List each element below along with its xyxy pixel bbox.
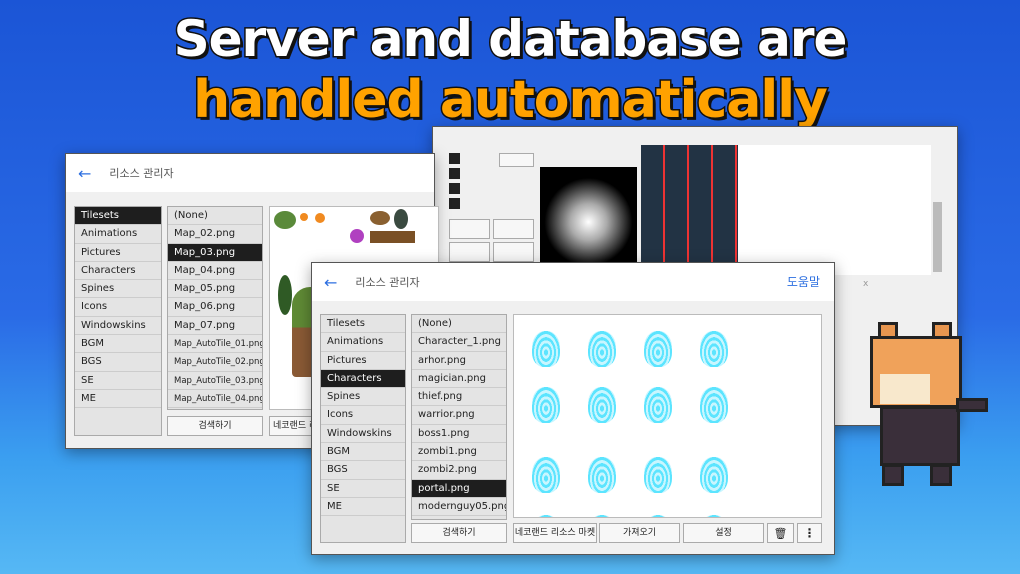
file-item[interactable]: thief.png	[412, 388, 506, 407]
sprite-sheet	[641, 145, 738, 265]
character-preview	[513, 314, 822, 518]
category-item[interactable]: Tilesets	[75, 207, 161, 226]
category-item[interactable]: BGM	[75, 335, 161, 354]
option-button[interactable]	[499, 153, 534, 167]
category-item[interactable]: Icons	[75, 298, 161, 317]
category-item[interactable]: SE	[321, 480, 405, 498]
portal-sprite	[588, 387, 616, 423]
portal-sprite	[532, 331, 560, 367]
category-item[interactable]: Windowskins	[75, 317, 161, 336]
window-title: 리소스 관리자	[355, 276, 420, 289]
category-item[interactable]: Pictures	[321, 352, 405, 370]
import-button[interactable]: 가져오기	[599, 523, 680, 543]
portal-sprite	[588, 457, 616, 493]
file-list: (None) Map_02.png Map_03.png Map_04.png Map_…	[167, 206, 263, 410]
file-item[interactable]: Map_05.png	[168, 280, 262, 299]
file-item[interactable]: modernguy05.png	[412, 498, 506, 517]
option-button[interactable]	[449, 219, 490, 239]
portal-sprite	[532, 515, 560, 517]
category-item[interactable]: Windowskins	[321, 425, 405, 444]
option-button[interactable]	[449, 242, 490, 262]
category-item[interactable]: ME	[75, 390, 161, 409]
file-item[interactable]: Map_AutoTile_02.png	[168, 353, 262, 372]
file-item[interactable]: Map_07.png	[168, 317, 262, 336]
portal-sprite	[700, 457, 728, 493]
file-item[interactable]: Map_04.png	[168, 262, 262, 281]
x-label: x	[863, 279, 869, 289]
portal-sprite	[588, 515, 616, 517]
search-button[interactable]: 검색하기	[411, 523, 507, 543]
search-button[interactable]: 검색하기	[167, 416, 263, 436]
file-item[interactable]: Map_02.png	[168, 225, 262, 244]
portal-sprite	[644, 331, 672, 367]
category-item[interactable]: Animations	[321, 333, 405, 352]
file-item[interactable]: Map_AutoTile_04.png	[168, 390, 262, 409]
category-item[interactable]: Spines	[75, 280, 161, 299]
file-item[interactable]: zombi1.png	[412, 443, 506, 462]
file-item[interactable]: portal.png	[412, 479, 506, 498]
file-item[interactable]: (None)	[168, 207, 262, 226]
file-item[interactable]: Map_03.png	[168, 243, 262, 262]
category-item[interactable]: Animations	[75, 225, 161, 244]
portal-sprite	[700, 515, 728, 517]
option-button[interactable]	[493, 242, 534, 262]
category-item[interactable]: SE	[75, 372, 161, 390]
category-item[interactable]: Characters	[75, 262, 161, 281]
arrow-left-icon[interactable]: ←	[78, 164, 91, 183]
portal-sprite	[588, 331, 616, 367]
scrollbar[interactable]	[933, 202, 942, 272]
sprite-canvas	[738, 145, 931, 275]
fox-mascot	[860, 318, 990, 490]
portal-sprite	[700, 331, 728, 367]
category-item[interactable]: Pictures	[75, 244, 161, 262]
portal-sprite	[644, 457, 672, 493]
category-item[interactable]: Characters	[321, 369, 405, 389]
file-list: (None) Character_1.png arhor.png magician.p…	[411, 314, 507, 520]
category-list: Tilesets Animations Pictures Characters Spin…	[320, 314, 406, 543]
more-vertical-icon[interactable]: ⋮	[797, 523, 822, 543]
category-list: Tilesets Animations Pictures Characters Spin…	[74, 206, 162, 436]
arrow-left-icon[interactable]: ←	[324, 273, 337, 292]
category-item[interactable]: BGM	[321, 443, 405, 462]
portal-sprite	[644, 515, 672, 517]
file-item[interactable]: Map_06.png	[168, 298, 262, 317]
character-preview	[540, 167, 637, 267]
file-item[interactable]: boss1.png	[412, 425, 506, 444]
category-item[interactable]: Tilesets	[321, 315, 405, 334]
portal-sprite	[532, 387, 560, 423]
category-item[interactable]: ME	[321, 498, 405, 517]
option-button[interactable]	[493, 219, 534, 239]
file-item[interactable]: arhor.png	[412, 352, 506, 370]
file-item[interactable]: Character_1.png	[412, 333, 506, 352]
help-link[interactable]: 도움말	[787, 273, 820, 290]
window-title: 리소스 관리자	[109, 167, 174, 180]
category-item[interactable]: Icons	[321, 406, 405, 425]
category-item[interactable]: BGS	[75, 353, 161, 372]
options-panel	[443, 147, 535, 267]
headline-line2: handled automatically	[192, 69, 830, 132]
resource-manager-front-window: ← 리소스 관리자 도움말 Tilesets Animations Pictures…	[311, 262, 835, 555]
category-item[interactable]: BGS	[321, 461, 405, 480]
file-item[interactable]: warrior.png	[412, 406, 506, 425]
file-item[interactable]: (None)	[412, 315, 506, 334]
market-button[interactable]: 네코랜드 리소스 마켓	[513, 523, 597, 543]
trash-icon[interactable]: 🗑	[767, 523, 794, 543]
portal-sprite	[532, 457, 560, 493]
file-item[interactable]: magician.png	[412, 370, 506, 389]
file-item[interactable]: Map_AutoTile_03.png	[168, 372, 262, 390]
file-item[interactable]: Map_AutoTile_01.png	[168, 335, 262, 354]
portal-sprite	[700, 387, 728, 423]
headline-line1: Server and database are	[172, 9, 849, 70]
file-item[interactable]: zombi2.png	[412, 461, 506, 480]
category-item[interactable]: Spines	[321, 388, 405, 407]
portal-sprite	[644, 387, 672, 423]
settings-button[interactable]: 설정	[683, 523, 764, 543]
